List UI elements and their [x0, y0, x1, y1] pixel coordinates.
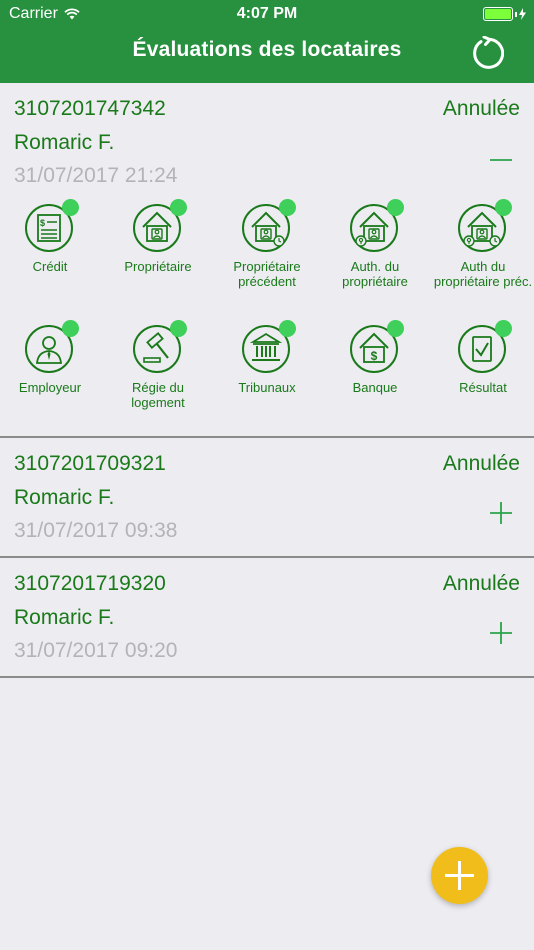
expand-plus-icon[interactable]	[488, 500, 514, 526]
tenant-name: Romaric F.	[14, 131, 115, 154]
check-bank[interactable]: $ Banque	[321, 320, 429, 395]
tenant-name: Romaric F.	[14, 606, 115, 629]
check-result[interactable]: Résultat	[429, 320, 534, 395]
status-dot	[170, 199, 187, 216]
status-dot	[62, 320, 79, 337]
page-title: Évaluations des locataires	[132, 38, 402, 61]
navigation-bar: Carrier 4:07 PM Évaluations des locatair…	[0, 0, 534, 83]
check-previous-landlord-auth[interactable]: Auth du propriétaire préc.	[429, 199, 534, 289]
svg-text:$: $	[40, 218, 45, 228]
check-label: Employeur	[18, 380, 82, 395]
evaluation-reference: 3107201747342	[14, 97, 166, 120]
status-dot	[495, 199, 512, 216]
status-dot	[387, 199, 404, 216]
check-label: Régie du logement	[131, 380, 185, 410]
tenant-name: Romaric F.	[14, 486, 115, 509]
check-courts[interactable]: Tribunaux	[213, 320, 321, 395]
check-label: Tribunaux	[238, 380, 296, 395]
status-dot	[279, 320, 296, 337]
check-label: Propriétaire	[124, 259, 192, 274]
status-badge: Annulée	[442, 452, 520, 475]
evaluation-date: 31/07/2017 09:38	[14, 519, 178, 542]
status-dot	[495, 320, 512, 337]
check-label: Propriétaire précédent	[233, 259, 301, 289]
status-dot	[279, 199, 296, 216]
collapse-minus-icon[interactable]	[488, 147, 514, 173]
check-housing-board[interactable]: Régie du logement	[104, 320, 212, 410]
status-dot	[170, 320, 187, 337]
check-label: Auth du propriétaire préc.	[433, 259, 533, 289]
check-credit[interactable]: $ Crédit	[0, 199, 104, 274]
check-employer[interactable]: Employeur	[0, 320, 104, 395]
check-label: Banque	[352, 380, 398, 395]
add-evaluation-button[interactable]	[431, 847, 488, 904]
status-bar: Carrier 4:07 PM	[0, 0, 534, 28]
add-plus-icon	[445, 861, 474, 890]
evaluation-reference: 3107201709321	[14, 452, 166, 475]
check-label: Résultat	[459, 380, 507, 395]
clock: 4:07 PM	[236, 5, 298, 22]
check-landlord[interactable]: Propriétaire	[104, 199, 212, 274]
check-label: Crédit	[32, 259, 68, 274]
charging-bolt-icon	[519, 8, 526, 20]
evaluation-card[interactable]: 3107201747342 Annulée Romaric F. 31/07/2…	[0, 83, 534, 438]
check-label: Auth. du propriétaire	[342, 259, 408, 289]
evaluation-card[interactable]: 3107201719320 Annulée Romaric F. 31/07/2…	[0, 558, 534, 678]
evaluation-list: 3107201747342 Annulée Romaric F. 31/07/2…	[0, 83, 534, 678]
refresh-icon[interactable]	[470, 36, 504, 70]
check-previous-landlord[interactable]: Propriétaire précédent	[213, 199, 321, 289]
status-badge: Annulée	[442, 572, 520, 595]
evaluation-reference: 3107201719320	[14, 572, 166, 595]
status-dot	[62, 199, 79, 216]
svg-text:$: $	[371, 349, 378, 363]
evaluation-card[interactable]: 3107201709321 Annulée Romaric F. 31/07/2…	[0, 438, 534, 558]
check-landlord-auth[interactable]: Auth. du propriétaire	[321, 199, 429, 289]
battery-icon	[483, 7, 526, 21]
status-badge: Annulée	[442, 97, 520, 120]
evaluation-date: 31/07/2017 21:24	[14, 164, 178, 187]
expand-plus-icon[interactable]	[488, 620, 514, 646]
evaluation-date: 31/07/2017 09:20	[14, 639, 178, 662]
status-dot	[387, 320, 404, 337]
